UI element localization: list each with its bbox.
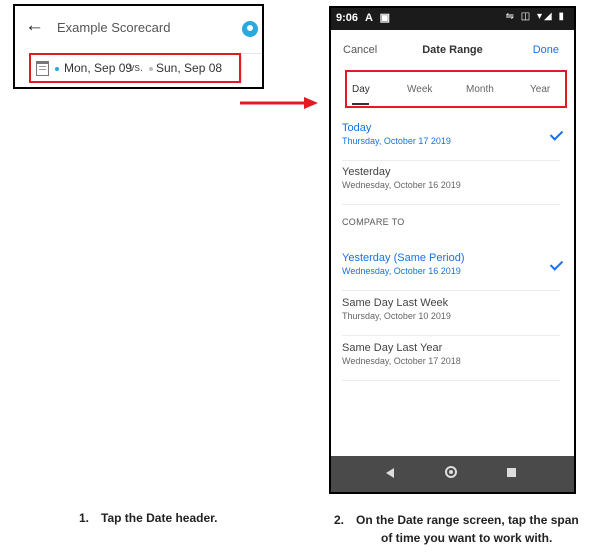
primary-dot-icon — [55, 67, 59, 71]
tab-year[interactable]: Year — [530, 84, 550, 95]
primary-date: Mon, Sep 09 — [64, 61, 133, 75]
header-side-box — [241, 53, 262, 84]
list-item-subtitle: Wednesday, October 16 2019 — [342, 266, 461, 276]
scorecard-header-panel: ← Example Scorecard Mon, Sep 09 vs. Sun,… — [13, 4, 264, 89]
compare-dot-icon — [149, 67, 153, 71]
list-item-same-day-last-year[interactable]: Same Day Last Year Wednesday, October 17… — [342, 336, 560, 381]
list-item-yesterday-same-period[interactable]: Yesterday (Same Period) Wednesday, Octob… — [342, 246, 564, 291]
active-tab-indicator — [352, 103, 369, 105]
android-nav-bar — [331, 456, 574, 492]
checkmark-icon — [549, 127, 564, 141]
list-item-subtitle: Thursday, October 17 2019 — [342, 136, 451, 146]
compare-date: Sun, Sep 08 — [156, 61, 223, 75]
status-notification-icons: A ▣ — [365, 12, 392, 24]
vs-label: vs. — [129, 62, 144, 74]
tab-month[interactable]: Month — [466, 84, 494, 95]
recent-apps-square-icon[interactable] — [507, 468, 516, 477]
status-bar: 9:06 A ▣ ⇋ ◫ ▾◢ ▮ — [331, 8, 574, 30]
list-item-subtitle: Thursday, October 10 2019 — [342, 311, 451, 321]
list-item-title: Yesterday — [342, 166, 391, 178]
step-1-text: Tap the Date header. — [101, 511, 218, 525]
arrow-left-icon[interactable]: ← — [25, 16, 44, 36]
status-time: 9:06 — [336, 12, 359, 24]
list-item-today[interactable]: Today Thursday, October 17 2019 — [342, 116, 564, 161]
status-system-icons: ⇋ ◫ ▾◢ ▮ — [505, 11, 566, 22]
step-2-text-line2: of time you want to work with. — [381, 531, 553, 545]
compare-to-heading: COMPARE TO — [342, 217, 405, 227]
home-circle-icon[interactable] — [445, 466, 457, 478]
range-tabs: Day Week Month Year — [345, 70, 567, 108]
checkmark-icon — [549, 257, 564, 271]
scorecard-top-bar: ← Example Scorecard — [15, 6, 262, 48]
step-2-caption: 2. On the Date range screen, tap the span… — [334, 511, 596, 547]
back-triangle-icon[interactable] — [386, 468, 394, 478]
phone-screen: 9:06 A ▣ ⇋ ◫ ▾◢ ▮ Cancel Date Range Done… — [329, 6, 576, 494]
list-item-same-day-last-week[interactable]: Same Day Last Week Thursday, October 10 … — [342, 291, 560, 336]
avatar[interactable] — [242, 21, 258, 37]
list-item-title: Today — [342, 122, 372, 134]
date-header[interactable]: Mon, Sep 09 vs. Sun, Sep 08 — [29, 53, 241, 83]
list-item-title: Same Day Last Year — [342, 342, 443, 354]
calendar-icon — [36, 61, 49, 76]
step-2-text-line1: On the Date range screen, tap the span — [356, 513, 579, 527]
red-arrow-icon — [240, 97, 318, 109]
done-button[interactable]: Done — [533, 44, 559, 56]
list-item-title: Yesterday (Same Period) — [342, 252, 465, 264]
list-item-yesterday[interactable]: Yesterday Wednesday, October 16 2019 — [342, 160, 560, 205]
step-1-number: 1. — [79, 511, 90, 525]
list-item-title: Same Day Last Week — [342, 297, 449, 309]
step-2-number: 2. — [334, 513, 345, 527]
list-item-subtitle: Wednesday, October 16 2019 — [342, 180, 461, 190]
list-item-subtitle: Wednesday, October 17 2018 — [342, 356, 461, 366]
scorecard-title: Example Scorecard — [57, 20, 171, 35]
step-1-caption: 1. Tap the Date header. — [79, 511, 217, 525]
tab-day[interactable]: Day — [352, 84, 370, 95]
tab-week[interactable]: Week — [407, 84, 432, 95]
date-range-nav-bar: Cancel Date Range Done — [331, 30, 574, 70]
